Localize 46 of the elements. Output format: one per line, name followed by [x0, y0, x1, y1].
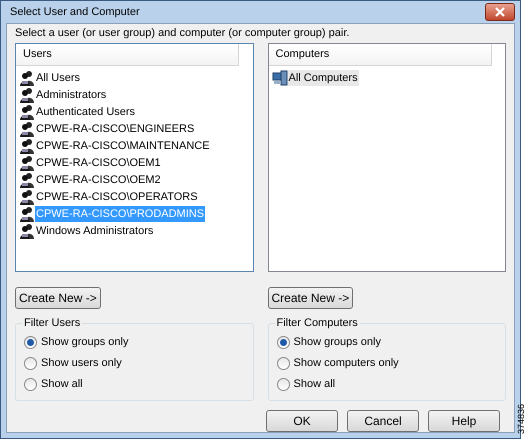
list-item[interactable]: CPWE-RA-CISCO\OEM2 [35, 172, 162, 188]
user-group-icon [19, 154, 35, 170]
push-button[interactable]: Cancel [347, 410, 419, 432]
radio-button[interactable] [24, 378, 37, 391]
radio-option[interactable]: Show users only [24, 355, 122, 372]
radio-option[interactable]: Show groups only [24, 334, 128, 351]
user-group-icon [19, 222, 35, 238]
list-item[interactable]: CPWE-RA-CISCO\OEM1 [35, 154, 162, 170]
column-header[interactable]: Computers [268, 44, 492, 66]
user-group-icon [19, 138, 35, 154]
user-group-icon [19, 86, 35, 102]
user-group-icon [19, 70, 35, 86]
radio-button[interactable] [24, 336, 37, 349]
push-button[interactable]: OK [266, 410, 338, 432]
user-group-icon [19, 104, 35, 120]
radio-option[interactable]: Show all [276, 376, 336, 393]
user-group-icon [19, 172, 35, 188]
list-item[interactable]: CPWE-RA-CISCO\OPERATORS [35, 188, 199, 204]
list-item[interactable]: Windows Administrators [35, 222, 154, 238]
list-item[interactable]: CPWE-RA-CISCO\ENGINEERS [35, 120, 196, 136]
radio-button[interactable] [276, 357, 290, 370]
radio-option[interactable]: Show computers only [276, 355, 399, 372]
radio-option[interactable]: Show groups only [276, 334, 381, 351]
user-group-icon [19, 120, 35, 136]
list-item[interactable]: CPWE-RA-CISCO\MAINTENANCE [35, 138, 211, 154]
column-header[interactable]: Users [16, 44, 239, 66]
radio-button[interactable] [24, 357, 37, 370]
list-item[interactable]: All Computers [288, 70, 359, 86]
push-button[interactable]: Create New -> [268, 287, 354, 309]
user-group-icon [19, 188, 35, 204]
user-group-icon [19, 206, 35, 222]
close-icon [495, 7, 505, 17]
list-item[interactable]: Authenticated Users [35, 104, 136, 120]
push-button[interactable]: Create New -> [15, 287, 101, 309]
window-title: Select User and Computer [10, 4, 140, 20]
radio-button[interactable] [276, 336, 290, 349]
radio-button[interactable] [276, 378, 290, 391]
radio-option[interactable]: Show all [24, 376, 83, 393]
list-item[interactable]: All Users [35, 70, 82, 86]
group-title: Filter Computers [274, 316, 360, 330]
push-button[interactable]: Help [428, 410, 500, 432]
computer-icon [272, 70, 288, 86]
figure-number: 374836 [514, 404, 526, 434]
list-item[interactable]: Administrators [35, 86, 108, 102]
instruction-text: Select a user (or user group) and computer (or computer group) pair. [15, 26, 350, 41]
close-button[interactable] [485, 3, 515, 21]
